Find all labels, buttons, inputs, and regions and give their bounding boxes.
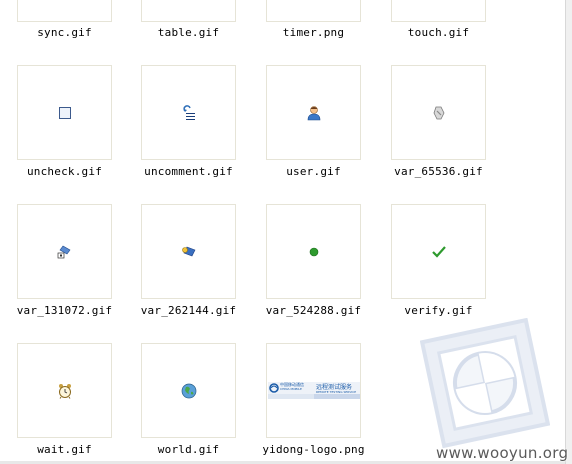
thumbnail-table[interactable]	[141, 0, 236, 22]
thumbnail-var-524288[interactable]	[266, 204, 361, 299]
logo-english-left: CHINA MOBILE	[280, 387, 302, 391]
uncomment-icon	[182, 104, 195, 120]
file-name[interactable]: var_65536.gif	[376, 165, 501, 178]
checkmark-icon	[431, 245, 446, 258]
file-name[interactable]: wait.gif	[2, 443, 127, 456]
watermark-text: www.wooyun.org	[436, 444, 569, 462]
thumbnail-wait[interactable]	[17, 343, 112, 438]
variable-icon	[181, 246, 195, 256]
file-name[interactable]: var_524288.gif	[251, 304, 376, 317]
file-name[interactable]: sync.gif	[2, 26, 127, 39]
thumbnail-uncheck[interactable]	[17, 65, 112, 160]
file-name[interactable]: verify.gif	[376, 304, 501, 317]
file-name[interactable]: timer.png	[251, 26, 376, 39]
file-name[interactable]: user.gif	[251, 165, 376, 178]
thumbnail-sync[interactable]	[17, 0, 112, 22]
file-grid: sync.gif table.gif timer.png touch.gif u…	[0, 0, 566, 464]
thumbnail-var-262144[interactable]	[141, 204, 236, 299]
file-name[interactable]: var_262144.gif	[126, 304, 251, 317]
globe-icon	[181, 383, 196, 398]
checkbox-icon	[58, 106, 71, 119]
thumbnail-uncomment[interactable]	[141, 65, 236, 160]
file-name[interactable]: uncheck.gif	[2, 165, 127, 178]
file-name[interactable]: yidong-logo.png	[251, 443, 376, 456]
user-icon	[307, 105, 320, 120]
file-name[interactable]: touch.gif	[376, 26, 501, 39]
thumbnail-yidong-logo[interactable]: 中国移动通信 CHINA MOBILE 远程测试服务 REMOTE TESTIN…	[266, 343, 361, 438]
thumbnail-user[interactable]	[266, 65, 361, 160]
dot-icon	[309, 247, 318, 256]
thumbnail-verify[interactable]	[391, 204, 486, 299]
vertical-scrollbar[interactable]	[565, 0, 572, 464]
china-mobile-logo: 中国移动通信 CHINA MOBILE 远程测试服务 REMOTE TESTIN…	[268, 382, 360, 399]
thumbnail-world[interactable]	[141, 343, 236, 438]
alarm-clock-icon	[58, 383, 71, 399]
thumbnail-var-65536[interactable]	[391, 65, 486, 160]
thumbnail-timer[interactable]	[266, 0, 361, 22]
file-name[interactable]: var_131072.gif	[2, 304, 127, 317]
file-name[interactable]: world.gif	[126, 443, 251, 456]
file-name[interactable]: table.gif	[126, 26, 251, 39]
variable-icon	[433, 106, 444, 119]
thumbnail-touch[interactable]	[391, 0, 486, 22]
thumbnail-var-131072[interactable]	[17, 204, 112, 299]
logo-english-right: REMOTE TESTING SERVICE	[316, 390, 357, 394]
variable-icon	[57, 245, 70, 258]
file-name[interactable]: uncomment.gif	[126, 165, 251, 178]
